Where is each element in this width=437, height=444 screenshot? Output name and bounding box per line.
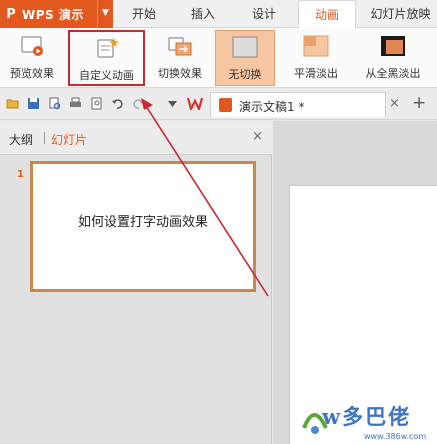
no-transition-label: 无切换	[228, 68, 262, 81]
app-name: WPS 演示	[22, 7, 84, 22]
ribbon-toolbar: 预览效果 自定义动画 切换效果 无切换 平滑淡出 从全黑淡出	[0, 28, 437, 88]
app-menu-dropdown-icon[interactable]: ▼	[97, 0, 113, 28]
slide-title-text: 如何设置打字动画效果	[77, 215, 208, 230]
document-tab[interactable]: 演示文稿1 *	[210, 92, 386, 117]
new-tab-icon[interactable]: +	[412, 93, 426, 113]
tab-insert[interactable]: 插入	[180, 0, 226, 28]
editing-area	[273, 121, 437, 444]
preview-effect-icon	[21, 36, 43, 56]
transition-effect-icon	[168, 37, 192, 56]
custom-animation-label: 自定义动画	[79, 69, 134, 82]
no-transition-icon	[232, 36, 258, 58]
quick-access-toolbar: 演示文稿1 * × +	[0, 88, 437, 120]
document-title: 演示文稿1 *	[239, 100, 305, 114]
fade-from-black-icon	[381, 36, 405, 56]
watermark-text: w多巴佬	[322, 404, 412, 429]
slide-panel: 大纲 幻灯片 × 1 如何设置打字动画效果	[0, 121, 272, 444]
transition-effect-label: 切换效果	[158, 67, 202, 80]
tab-design[interactable]: 设计	[241, 0, 287, 28]
print-icon[interactable]	[69, 97, 82, 110]
transition-effect-button[interactable]: 切换效果	[150, 30, 210, 86]
menu-bar: P WPS 演示 ▼ 开始 插入 设计 动画 幻灯片放映	[0, 0, 437, 29]
slide-number: 1	[17, 169, 24, 180]
smooth-fade-icon	[303, 35, 329, 57]
tab-outline[interactable]: 大纲	[9, 131, 33, 148]
fade-from-black-button[interactable]: 从全黑淡出	[352, 30, 434, 86]
wps-logo-icon	[187, 97, 203, 110]
app-menu-button[interactable]: P WPS 演示 ▼	[0, 0, 113, 28]
wps-logo-icon: P	[6, 6, 16, 22]
custom-animation-icon	[97, 38, 119, 58]
close-document-icon[interactable]: ×	[389, 96, 400, 111]
preview-effect-label: 预览效果	[10, 67, 54, 80]
presentation-file-icon	[219, 98, 232, 112]
print-preview-icon[interactable]	[48, 97, 61, 110]
open-folder-icon[interactable]	[6, 97, 19, 110]
panel-tabs: 大纲 幻灯片 ×	[0, 121, 272, 155]
tab-slides[interactable]: 幻灯片	[51, 131, 87, 148]
smooth-fade-button[interactable]: 平滑淡出	[286, 30, 346, 86]
preview-icon[interactable]	[90, 97, 103, 110]
tab-home[interactable]: 开始	[121, 0, 167, 28]
slide-thumbnail[interactable]: 如何设置打字动画效果	[30, 161, 256, 292]
tab-animation[interactable]: 动画	[298, 0, 356, 29]
tab-separator	[44, 132, 45, 144]
no-transition-button[interactable]: 无切换	[215, 30, 275, 86]
save-icon[interactable]	[27, 97, 40, 110]
close-panel-icon[interactable]: ×	[252, 129, 263, 144]
smooth-fade-label: 平滑淡出	[294, 67, 338, 80]
preview-effect-button[interactable]: 预览效果	[2, 30, 62, 86]
watermark-url: www.386w.com	[364, 432, 427, 441]
dropdown-icon[interactable]	[166, 97, 179, 110]
redo-icon[interactable]	[132, 97, 145, 110]
undo-icon[interactable]	[111, 97, 124, 110]
tab-slideshow[interactable]: 幻灯片放映	[364, 0, 437, 28]
fade-from-black-label: 从全黑淡出	[365, 67, 421, 80]
custom-animation-button[interactable]: 自定义动画	[68, 30, 145, 86]
